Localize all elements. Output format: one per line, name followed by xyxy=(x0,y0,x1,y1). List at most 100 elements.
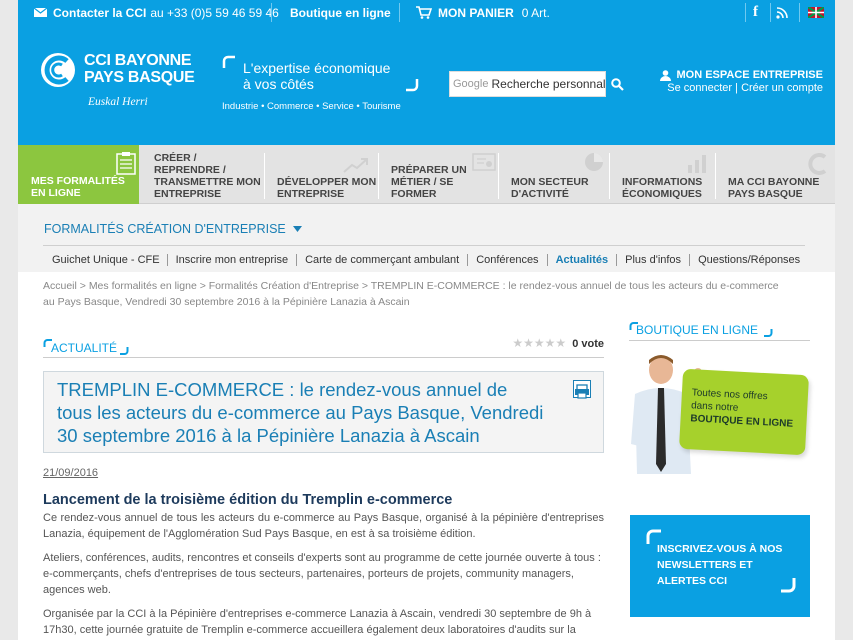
slogan: L'expertise économique à vos côtés Indus… xyxy=(222,55,430,125)
tab-actualites[interactable]: Actualités xyxy=(548,254,618,266)
star-icon[interactable]: ★ xyxy=(523,336,534,350)
logo-line1: CCI BAYONNE xyxy=(84,52,192,69)
user-icon xyxy=(659,69,671,81)
slogan-line1: L'expertise économique xyxy=(243,60,391,76)
article-body: Ce rendez-vous annuel de tous les acteur… xyxy=(43,510,604,638)
nav-item-formalites[interactable]: MES FORMALITÉS EN LIGNE xyxy=(18,145,139,204)
category-heading: ACTUALITÉ ★★★★★ 0 vote xyxy=(43,336,604,358)
nav-label: MES FORMALITÉS EN LIGNE xyxy=(31,175,125,199)
tab-questions[interactable]: Questions/Réponses xyxy=(690,254,800,266)
contact-phone: au +33 (0)5 59 46 59 46 xyxy=(150,5,279,20)
caret-down-icon xyxy=(292,226,302,232)
login-link[interactable]: Se connecter xyxy=(667,82,732,94)
category-label: ACTUALITÉ xyxy=(51,341,118,355)
cci-mark-icon xyxy=(808,153,827,175)
slogan-line2: à vos côtés xyxy=(243,76,314,92)
shop-title[interactable]: BOUTIQUE EN LIGNE xyxy=(636,323,758,337)
cci-logo[interactable]: CCI BAYONNE PAYS BASQUE Euskal Herri xyxy=(40,50,200,120)
tab-conferences[interactable]: Conférences xyxy=(468,254,548,266)
bracket-open-icon xyxy=(222,55,235,68)
shop-link[interactable]: Boutique en ligne xyxy=(290,0,391,25)
section-tabs: Guichet Unique - CFE Inscrire mon entrep… xyxy=(52,254,800,266)
search-button[interactable] xyxy=(610,75,626,93)
nav-item-secteur[interactable]: MON SECTEUR D'ACTIVITÉ xyxy=(511,145,609,204)
account-title: MON ESPACE ENTREPRISE xyxy=(676,69,824,81)
bracket-close-icon xyxy=(120,347,129,355)
article-subtitle: Lancement de la troisième édition du Tre… xyxy=(43,492,453,508)
shop-promo-banner[interactable]: Toutes nos offres dans notre BOUTIQUE EN… xyxy=(629,354,810,494)
star-icon[interactable]: ★ xyxy=(545,336,556,350)
cart-link[interactable]: MON PANIER 0 Art. xyxy=(416,0,550,25)
basque-flag-icon[interactable] xyxy=(808,0,824,25)
star-icon[interactable]: ★ xyxy=(534,336,545,350)
search-icon xyxy=(611,78,624,91)
cart-label: MON PANIER xyxy=(438,5,514,20)
print-icon xyxy=(575,384,589,399)
paragraph: Ce rendez-vous annuel de tous les acteur… xyxy=(43,512,604,540)
article-title-line1: TREMPLIN E-COMMERCE : le rendez-vous ann… xyxy=(57,379,508,400)
mail-icon xyxy=(34,8,47,17)
nav-label: MA CCI BAYONNE PAYS BASQUE xyxy=(728,176,820,200)
star-icon[interactable]: ★ xyxy=(555,336,566,350)
facebook-icon[interactable]: f xyxy=(753,0,758,25)
bracket-close-icon xyxy=(781,578,796,593)
nav-label: DÉVELOPPER MON ENTREPRISE xyxy=(277,176,377,200)
shop-heading: BOUTIQUE EN LIGNE xyxy=(629,319,810,341)
bar-chart-icon xyxy=(688,155,706,173)
main-nav: MES FORMALITÉS EN LIGNE CRÉER / REPRENDR… xyxy=(18,145,835,204)
google-brand: Google xyxy=(453,78,489,90)
star-icon[interactable]: ★ xyxy=(512,336,523,350)
certificate-icon xyxy=(472,153,496,171)
breadcrumb-line1[interactable]: Accueil > Mes formalités en ligne > Form… xyxy=(43,278,779,294)
nav-item-developper[interactable]: DÉVELOPPER MON ENTREPRISE xyxy=(277,145,379,204)
logo-tagline: Euskal Herri xyxy=(88,96,148,108)
nav-label: INFORMATIONS ÉCONOMIQUES xyxy=(622,176,703,200)
bracket-close-icon xyxy=(764,329,773,337)
create-account-link[interactable]: Créer un compte xyxy=(741,82,823,94)
sectors-line: Industrie • Commerce • Service • Tourism… xyxy=(222,101,401,112)
top-bar: Contacter la CCI au +33 (0)5 59 46 59 46… xyxy=(18,0,835,25)
pie-chart-icon xyxy=(585,153,603,171)
paragraph: Organisée par la CCI à la Pépinière d'en… xyxy=(43,608,592,636)
section-title[interactable]: FORMALITÉS CRÉATION D'ENTREPRISE xyxy=(44,222,302,236)
search-input[interactable] xyxy=(491,77,605,91)
rss-icon[interactable] xyxy=(776,0,788,25)
search-box: Google xyxy=(449,71,606,97)
article-title-line2: tous les acteurs du e-commerce au Pays B… xyxy=(57,402,544,423)
nav-item-informations[interactable]: INFORMATIONS ÉCONOMIQUES xyxy=(622,145,717,204)
breadcrumb: Accueil > Mes formalités en ligne > Form… xyxy=(43,278,779,310)
tab-carte[interactable]: Carte de commerçant ambulant xyxy=(297,254,469,266)
newsletter-text: INSCRIVEZ-VOUS À NOS NEWSLETTERS ET ALER… xyxy=(657,543,783,587)
main-content: Accueil > Mes formalités en ligne > Form… xyxy=(18,272,835,640)
vote-count: 0 vote xyxy=(572,338,604,350)
tab-inscrire[interactable]: Inscrire mon entreprise xyxy=(168,254,298,266)
clipboard-icon xyxy=(116,152,136,175)
tab-guichet[interactable]: Guichet Unique - CFE xyxy=(52,254,168,266)
article-date: 21/09/2016 xyxy=(43,467,99,479)
logo-line2: PAYS BASQUE xyxy=(84,69,195,86)
account-block: MON ESPACE ENTREPRISE Se connecter | Cré… xyxy=(659,69,824,94)
contact-link[interactable]: Contacter la CCI au +33 (0)5 59 46 59 46 xyxy=(34,0,279,25)
nav-item-ma-cci[interactable]: MA CCI BAYONNE PAYS BASQUE xyxy=(728,145,828,204)
nav-label: MON SECTEUR D'ACTIVITÉ xyxy=(511,176,589,200)
paragraph: Ateliers, conférences, audits, rencontre… xyxy=(43,552,601,596)
section-header: FORMALITÉS CRÉATION D'ENTREPRISE Guichet… xyxy=(18,204,835,272)
breadcrumb-line2[interactable]: au Pays Basque, Vendredi 30 septembre 20… xyxy=(43,294,779,310)
chart-up-icon xyxy=(343,158,368,173)
cart-icon xyxy=(416,6,432,19)
rating[interactable]: ★★★★★ 0 vote xyxy=(512,336,604,350)
site-header: CCI BAYONNE PAYS BASQUE Euskal Herri L'e… xyxy=(18,25,835,145)
cci-logo-icon xyxy=(41,53,75,87)
print-button[interactable] xyxy=(573,380,591,399)
contact-label: Contacter la CCI xyxy=(53,5,147,20)
cart-count: 0 Art. xyxy=(521,5,550,20)
tab-plus-infos[interactable]: Plus d'infos xyxy=(617,254,691,266)
nav-item-creer[interactable]: CRÉER / REPRENDRE / TRANSMETTRE MON ENTR… xyxy=(154,145,264,204)
promo-text: Toutes nos offres dans notre BOUTIQUE EN… xyxy=(690,387,794,430)
nav-label: CRÉER / REPRENDRE / TRANSMETTRE MON ENTR… xyxy=(154,152,261,200)
article-title-line3: 30 septembre 2016 à la Pépinière Lanazia… xyxy=(57,425,480,446)
bracket-close-icon xyxy=(406,79,419,92)
article-title-box: TREMPLIN E-COMMERCE : le rendez-vous ann… xyxy=(43,371,604,453)
nav-item-preparer[interactable]: PRÉPARER UN MÉTIER / SE FORMER xyxy=(391,145,496,204)
newsletter-banner[interactable]: INSCRIVEZ-VOUS À NOS NEWSLETTERS ET ALER… xyxy=(630,515,810,617)
